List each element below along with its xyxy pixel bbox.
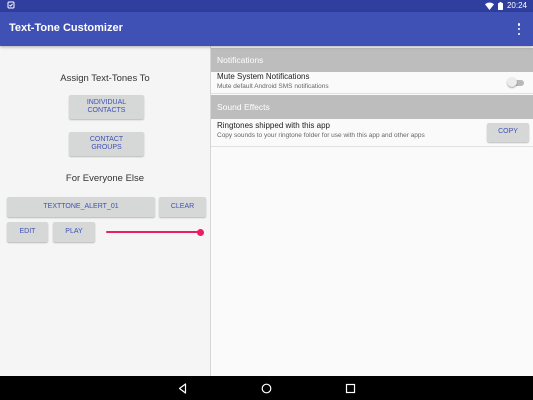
contact-groups-button[interactable]: CONTACT GROUPS [69, 132, 144, 156]
app-title: Text-Tone Customizer [9, 22, 123, 34]
settings-pane: Notifications Mute System Notifications … [211, 46, 533, 376]
home-icon[interactable] [259, 381, 273, 395]
back-icon[interactable] [175, 381, 189, 395]
recents-icon[interactable] [343, 381, 357, 395]
ringtones-row: Ringtones shipped with this app Copy sou… [211, 121, 481, 143]
copy-button[interactable]: COPY [487, 123, 529, 142]
overflow-menu-icon[interactable] [514, 22, 524, 36]
volume-slider-track[interactable] [106, 231, 200, 233]
divider [211, 93, 533, 94]
divider [211, 146, 533, 147]
ringtones-title: Ringtones shipped with this app [217, 121, 330, 130]
texttone-select-button[interactable]: TEXTTONE_ALERT_01 [7, 197, 155, 217]
navigation-bar [0, 376, 533, 400]
status-bar: 20:24 [0, 0, 533, 12]
everyone-heading: For Everyone Else [65, 173, 145, 184]
mute-summary: Mute default Android SMS notifications [217, 83, 329, 90]
notifications-header: Notifications [211, 48, 533, 72]
play-button[interactable]: PLAY [53, 222, 95, 242]
app-bar: Text-Tone Customizer [0, 12, 533, 46]
status-time: 20:24 [506, 1, 527, 10]
mute-title: Mute System Notifications [217, 72, 310, 81]
battery-icon [497, 1, 503, 10]
volume-slider-thumb[interactable] [196, 228, 204, 236]
sound-effects-header: Sound Effects [211, 95, 533, 119]
edit-button[interactable]: EDIT [7, 222, 48, 242]
wifi-icon [484, 2, 494, 10]
assign-heading: Assign Text-Tones To [60, 73, 150, 84]
ringtones-summary: Copy sounds to your ringtone folder for … [217, 132, 425, 139]
mute-switch[interactable] [507, 77, 525, 87]
left-pane: Assign Text-Tones To INDIVIDUAL CONTACTS… [0, 46, 210, 376]
notification-icon [7, 1, 15, 11]
clear-button[interactable]: CLEAR [159, 197, 206, 217]
mute-notifications-row[interactable]: Mute System Notifications Mute default A… [211, 72, 533, 94]
individual-contacts-button[interactable]: INDIVIDUAL CONTACTS [69, 95, 144, 119]
